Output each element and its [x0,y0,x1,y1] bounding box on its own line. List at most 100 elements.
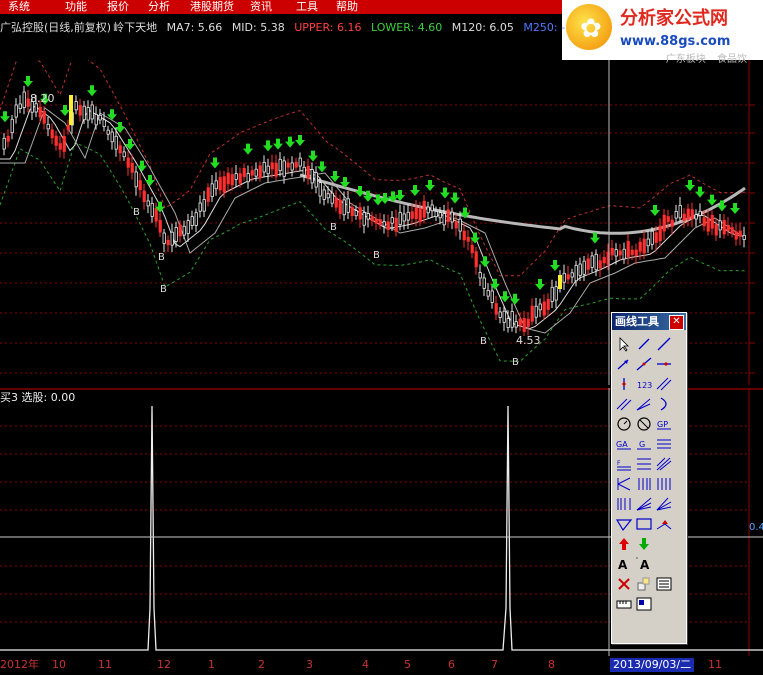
up-arrow-icon[interactable] [614,535,634,553]
cross-circle-icon[interactable] [634,415,654,433]
axis-month: 4 [362,658,369,671]
list-icon[interactable] [654,575,674,593]
candle-body [34,103,38,113]
ga-icon[interactable]: GA [614,435,634,453]
buy-arrow-icon [440,187,450,199]
triangle-icon[interactable] [614,515,634,533]
copy-icon[interactable] [634,575,654,593]
candle-body [298,157,302,167]
gp-icon[interactable]: GP [654,415,674,433]
line-segment-icon[interactable] [634,335,654,353]
candle-body [306,165,310,179]
menu-help[interactable]: 帮助 [336,0,358,14]
candle-body [122,151,126,158]
g-icon[interactable]: G [634,435,654,453]
menu-hk-futures[interactable]: 港股期货 [190,0,234,14]
cycle-icon[interactable] [614,475,634,493]
candle-body [614,249,618,257]
svg-text:F: F [617,460,621,467]
fibonacci-icon[interactable]: F [614,455,634,473]
panel-icon[interactable] [634,595,654,613]
delete-icon[interactable] [614,575,634,593]
candle-body [490,290,494,303]
candle-body [446,209,450,222]
gann-lines-icon[interactable] [654,455,674,473]
menu-tools[interactable]: 工具 [296,0,318,14]
arc-icon[interactable] [654,395,674,413]
buy-arrow-icon [707,194,717,206]
candle-body [350,207,354,217]
horizontal-ray-icon[interactable] [654,355,674,373]
period-lines-icon[interactable] [654,475,674,493]
candle-body [130,162,134,173]
rectangle-icon[interactable] [634,515,654,533]
buy-arrow-icon [285,136,295,148]
candle-body [258,165,262,179]
candle-body [690,209,694,220]
candle-body [686,208,690,220]
candle-body [86,107,90,121]
menu-quote[interactable]: 报价 [107,0,129,14]
percent-lines-icon[interactable] [654,435,674,453]
vertical-grid-icon[interactable] [634,475,654,493]
candle-body [474,251,478,268]
multi-vertical-icon[interactable] [614,495,634,513]
candle-body [742,234,746,240]
pointer-icon[interactable] [614,335,634,353]
speed-fan-icon[interactable] [654,495,674,513]
candle-body [594,253,598,271]
drawing-toolbox[interactable]: 画线工具 ✕ 123 GP GA G F A A ' [611,312,687,644]
toolbox-close-button[interactable]: ✕ [669,315,684,330]
svg-text:G: G [639,440,645,449]
flag-icon[interactable] [654,515,674,533]
channel-icon[interactable] [614,395,634,413]
candle-body [430,204,434,212]
ray-line-icon[interactable] [654,335,674,353]
down-arrow-icon[interactable] [634,535,654,553]
text-123-icon[interactable]: 123 [634,375,654,393]
menu-system[interactable]: 系统 [8,0,30,14]
equal-spacing-icon[interactable] [634,455,654,473]
candle-body [206,187,210,202]
candle-body [210,183,214,197]
axis-year: 2012年 [0,658,39,671]
buy-arrow-icon [60,105,70,116]
parallel-lines-icon[interactable] [654,375,674,393]
candle-body [62,135,66,152]
candle-body [278,158,282,172]
candle-body [18,103,22,109]
buy-marker-label: B [160,284,167,295]
toolbox-titlebar[interactable]: 画线工具 ✕ [612,313,686,330]
candle-body [78,105,82,116]
candle-body [218,177,222,191]
buy-marker-label: B [330,222,337,233]
candle-body [398,212,402,226]
text-a-icon[interactable]: A [614,555,634,573]
circle-icon[interactable] [614,415,634,433]
formula-name: 岭下天地 [113,21,158,34]
axis-month: 11 [98,658,112,671]
candle-body [418,208,422,223]
vertical-line-icon[interactable] [614,375,634,393]
fan-icon[interactable] [634,495,654,513]
candle-body [466,236,470,242]
menu-news[interactable]: 资讯 [250,0,272,14]
menu-analysis[interactable]: 分析 [148,0,170,14]
candle-body [346,198,350,213]
arrow-line-icon[interactable] [614,355,634,373]
candle-body [590,255,594,268]
candle-body [538,303,542,311]
fan-line-icon[interactable] [634,395,654,413]
candle-body [602,257,606,264]
toolbox-title: 画线工具 [615,315,659,328]
candle-body [282,160,286,177]
axis-month: 5 [404,658,411,671]
text-a-marked-icon[interactable]: A ' [634,555,654,573]
extend-line-icon[interactable] [634,355,654,373]
candle-body [510,311,514,328]
candle-body [162,232,166,244]
ruler-icon[interactable] [614,595,634,613]
candle-body [242,168,246,177]
menu-function[interactable]: 功能 [65,0,87,14]
candle-body [698,210,702,216]
